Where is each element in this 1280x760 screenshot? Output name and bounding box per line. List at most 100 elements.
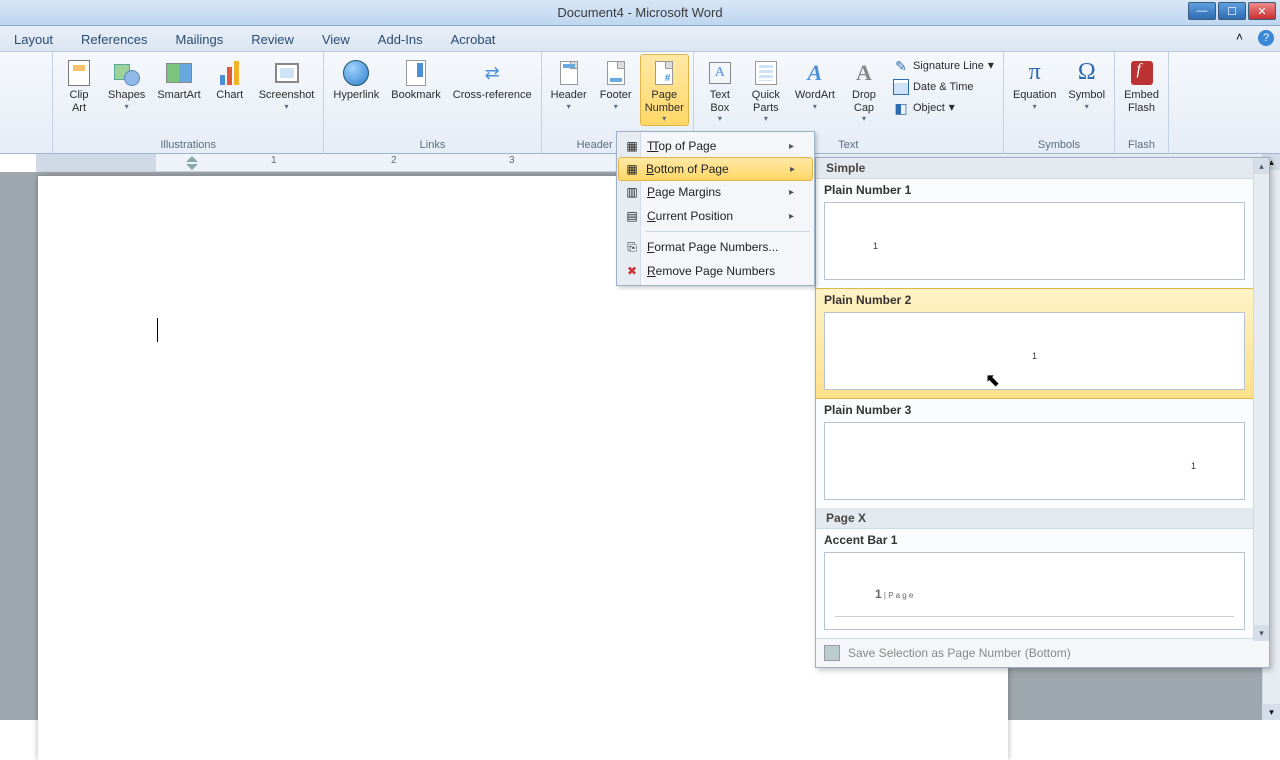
- save-icon: [824, 645, 840, 661]
- group-links: Hyperlink Bookmark Cross-reference Links: [324, 52, 541, 153]
- drop-cap-button[interactable]: ADrop Cap▾: [842, 54, 886, 126]
- hyperlink-button[interactable]: Hyperlink: [328, 54, 384, 105]
- tab-view[interactable]: View: [308, 27, 364, 51]
- submenu-arrow-icon: ▸: [790, 164, 795, 175]
- menu-format-page-numbers[interactable]: ⎘ Format Page Numbers...: [619, 235, 812, 259]
- equation-button[interactable]: πEquation▾: [1008, 54, 1061, 114]
- gallery-section-simple: Simple: [816, 158, 1269, 179]
- screenshot-button[interactable]: Screenshot▾: [254, 54, 320, 114]
- gallery-scroll-down[interactable]: ▾: [1254, 625, 1269, 641]
- bookmark-button[interactable]: Bookmark: [386, 54, 446, 105]
- window-controls: — ☐ ✕: [1186, 2, 1276, 20]
- minimize-ribbon-icon[interactable]: ˄: [1236, 30, 1252, 46]
- gallery-preview: 1 | P a g e: [824, 552, 1245, 630]
- gallery-save-selection: Save Selection as Page Number (Bottom): [816, 638, 1269, 667]
- header-button[interactable]: Header▾: [546, 54, 592, 114]
- gallery-item-plain-number-2[interactable]: Plain Number 2 1: [816, 288, 1269, 399]
- group-label-links: Links: [328, 137, 536, 152]
- object-button[interactable]: Object▾: [888, 98, 999, 118]
- page-current-icon: ▤: [623, 209, 641, 223]
- menu-label: Remove Page Numbers: [647, 264, 775, 278]
- clip-art-button[interactable]: Clip Art: [57, 54, 101, 117]
- page-top-icon: ▦: [623, 139, 641, 153]
- gallery-save-label: Save Selection as Page Number (Bottom): [848, 646, 1071, 660]
- tab-acrobat[interactable]: Acrobat: [437, 27, 510, 51]
- menu-remove-page-numbers[interactable]: ✖ Remove Page Numbers: [619, 259, 812, 283]
- gallery-item-accent-bar-1[interactable]: Accent Bar 1 1 | P a g e: [816, 529, 1269, 638]
- group-flash: Embed Flash Flash: [1115, 52, 1169, 153]
- chart-button[interactable]: Chart: [208, 54, 252, 105]
- group-partial-left: [0, 52, 53, 153]
- tab-references[interactable]: References: [67, 27, 161, 51]
- page-number-button[interactable]: Page Number▾: [640, 54, 689, 126]
- tab-review[interactable]: Review: [237, 27, 308, 51]
- menu-label: Top of Page: [652, 139, 716, 153]
- shapes-button[interactable]: Shapes▾: [103, 54, 150, 114]
- wordart-button[interactable]: AWordArt▾: [790, 54, 840, 114]
- menu-label: Page Margins: [647, 185, 721, 199]
- signature-line-button[interactable]: Signature Line▾: [888, 56, 999, 76]
- object-icon: [893, 100, 909, 116]
- indent-marker-icon[interactable]: [186, 156, 198, 170]
- ruler-number: 3: [509, 155, 515, 166]
- gallery-section-pagex: Page X: [816, 508, 1269, 529]
- gallery-scrollbar[interactable]: ▴ ▾: [1253, 158, 1269, 641]
- remove-icon: ✖: [623, 264, 641, 278]
- group-label-blank: [4, 137, 48, 152]
- text-box-button[interactable]: Text Box▾: [698, 54, 742, 126]
- submenu-arrow-icon: ▸: [789, 141, 794, 152]
- smartart-button[interactable]: SmartArt: [152, 54, 205, 105]
- ribbon-tabs: Layout References Mailings Review View A…: [0, 26, 1280, 52]
- date-time-button[interactable]: Date & Time: [888, 77, 999, 97]
- tab-mailings[interactable]: Mailings: [162, 27, 238, 51]
- gallery-scroll-up[interactable]: ▴: [1254, 158, 1269, 174]
- gallery-item-title: Plain Number 1: [822, 181, 1263, 200]
- page-number-menu: ▦ T Top of Page ▸ ▦ Bottom of Page ▸ ▥ P…: [616, 131, 815, 286]
- quick-parts-button[interactable]: Quick Parts▾: [744, 54, 788, 126]
- unknown-button[interactable]: [4, 54, 48, 92]
- footer-button[interactable]: Footer▾: [594, 54, 638, 114]
- gallery-preview: 1: [824, 422, 1245, 500]
- group-label-illustrations: Illustrations: [57, 137, 319, 152]
- group-symbols: πEquation▾ ΩSymbol▾ Symbols: [1004, 52, 1115, 153]
- format-icon: ⎘: [623, 240, 641, 255]
- symbol-button[interactable]: ΩSymbol▾: [1063, 54, 1110, 114]
- group-label-flash: Flash: [1119, 137, 1164, 152]
- menu-top-of-page[interactable]: ▦ T Top of Page ▸: [619, 134, 812, 158]
- help-icon[interactable]: ?: [1258, 30, 1274, 46]
- embed-flash-button[interactable]: Embed Flash: [1119, 54, 1164, 117]
- ruler-number: 1: [271, 155, 277, 166]
- menu-label: Current Position: [647, 209, 733, 223]
- menu-label: Bottom of Page: [646, 162, 729, 176]
- scroll-down-button[interactable]: ▾: [1263, 704, 1280, 720]
- group-illustrations: Clip Art Shapes▾ SmartArt Chart Screensh…: [53, 52, 324, 153]
- minimize-button[interactable]: —: [1188, 2, 1216, 20]
- submenu-arrow-icon: ▸: [789, 211, 794, 222]
- gallery-preview: 1: [824, 312, 1245, 390]
- ribbon-help-area: ˄ ?: [1236, 30, 1274, 46]
- menu-label: Format Page Numbers...: [647, 240, 778, 254]
- gallery-item-plain-number-3[interactable]: Plain Number 3 1: [816, 399, 1269, 508]
- page-number-gallery: ▴ ▾ Simple Plain Number 1 1 Plain Number…: [815, 157, 1270, 668]
- gallery-item-title: Accent Bar 1: [822, 531, 1263, 550]
- ruler-number: 2: [391, 155, 397, 166]
- menu-current-position[interactable]: ▤ Current Position ▸: [619, 204, 812, 228]
- page-margins-icon: ▥: [623, 185, 641, 199]
- close-button[interactable]: ✕: [1248, 2, 1276, 20]
- tab-layout[interactable]: Layout: [0, 27, 67, 51]
- gallery-item-plain-number-1[interactable]: Plain Number 1 1: [816, 179, 1269, 288]
- gallery-item-title: Plain Number 2: [822, 291, 1263, 310]
- gallery-preview: 1: [824, 202, 1245, 280]
- submenu-arrow-icon: ▸: [789, 187, 794, 198]
- group-label-symbols: Symbols: [1008, 137, 1110, 152]
- menu-bottom-of-page[interactable]: ▦ Bottom of Page ▸: [618, 157, 813, 181]
- title-bar: Document4 - Microsoft Word — ☐ ✕: [0, 0, 1280, 26]
- menu-page-margins[interactable]: ▥ Page Margins ▸: [619, 180, 812, 204]
- maximize-button[interactable]: ☐: [1218, 2, 1246, 20]
- calendar-icon: [893, 79, 909, 95]
- gallery-item-title: Plain Number 3: [822, 401, 1263, 420]
- cross-reference-button[interactable]: Cross-reference: [448, 54, 537, 105]
- signature-icon: [893, 58, 909, 74]
- tab-addins[interactable]: Add-Ins: [364, 27, 437, 51]
- page-bottom-icon: ▦: [623, 162, 641, 176]
